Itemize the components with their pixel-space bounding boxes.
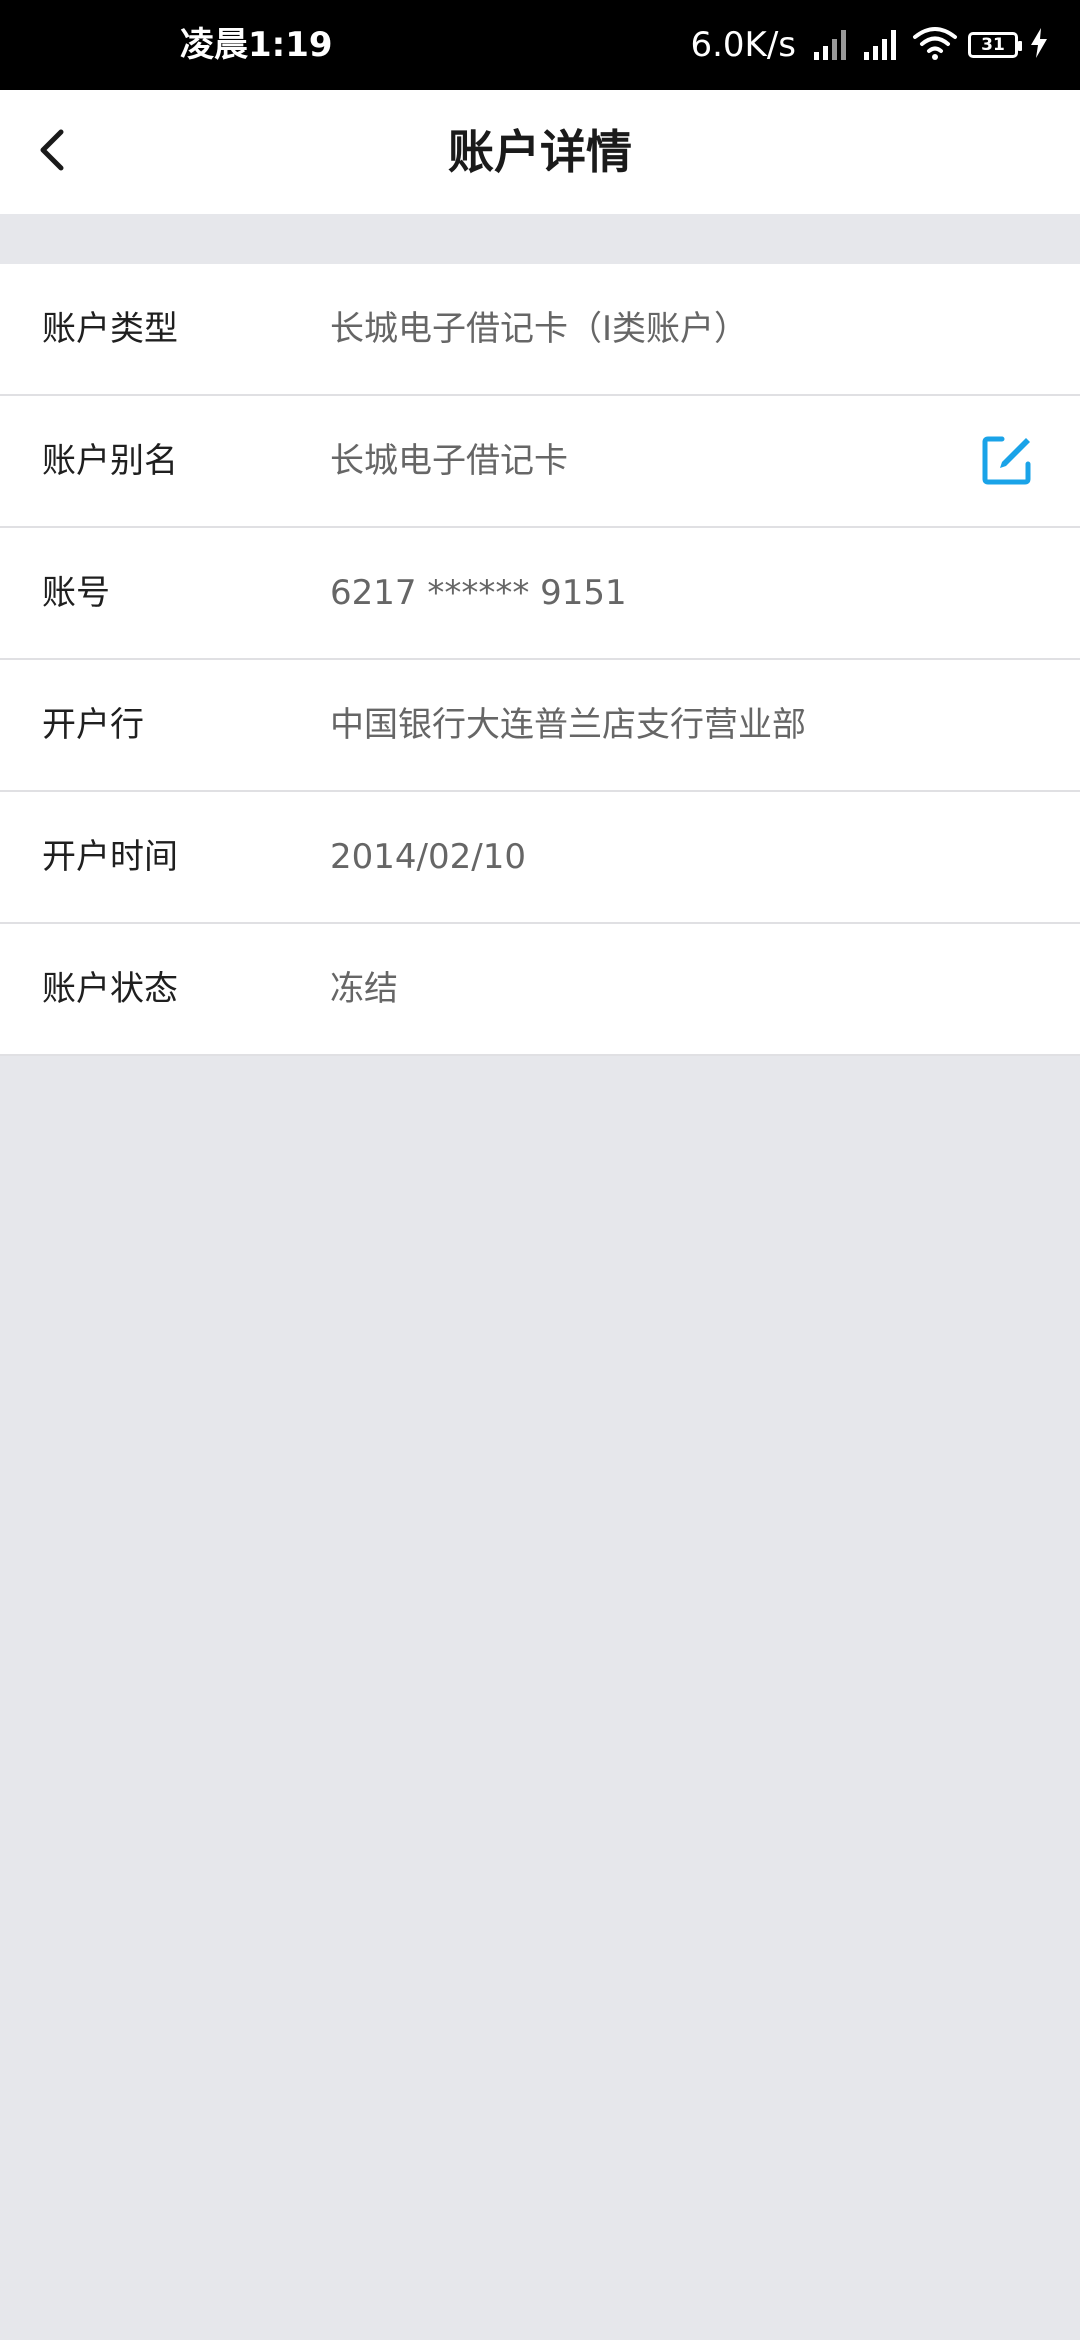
page-title: 账户详情 — [448, 125, 632, 179]
network-speed: 6.0K/s — [690, 25, 796, 65]
detail-value: 长城电子借记卡 — [330, 441, 568, 481]
chevron-left-icon — [35, 128, 69, 176]
wifi-icon — [912, 26, 958, 64]
detail-row-account-alias: 账户别名 长城电子借记卡 — [0, 396, 1080, 528]
detail-row-opening-date: 开户时间 2014/02/10 — [0, 792, 1080, 924]
signal-icon — [812, 26, 852, 64]
detail-label: 账号 — [42, 573, 110, 613]
status-time: 凌晨1:19 — [180, 25, 333, 65]
battery-level: 31 — [981, 35, 1005, 55]
account-details-list: 账户类型 长城电子借记卡（I类账户） 账户别名 长城电子借记卡 账号 6217 … — [0, 264, 1080, 1056]
status-indicators: 6.0K/s 31 — [690, 0, 1050, 90]
detail-row-account-status: 账户状态 冻结 — [0, 924, 1080, 1056]
detail-row-account-number: 账号 6217 ****** 9151 — [0, 528, 1080, 660]
edit-icon — [980, 433, 1034, 491]
back-button[interactable] — [20, 120, 84, 184]
detail-value: 长城电子借记卡（I类账户） — [330, 309, 749, 349]
detail-label: 账户别名 — [42, 441, 178, 481]
detail-label: 开户行 — [42, 705, 144, 745]
detail-label: 账户类型 — [42, 309, 178, 349]
detail-value: 中国银行大连普兰店支行营业部 — [330, 705, 806, 745]
detail-value: 6217 ****** 9151 — [330, 573, 627, 613]
edit-alias-button[interactable] — [980, 435, 1034, 489]
detail-row-opening-bank: 开户行 中国银行大连普兰店支行营业部 — [0, 660, 1080, 792]
detail-label: 账户状态 — [42, 969, 178, 1009]
status-bar: 凌晨1:19 6.0K/s 31 — [0, 0, 1080, 90]
battery-icon: 31 — [968, 32, 1022, 58]
status-value: 冻结 — [330, 969, 398, 1009]
navigation-bar: 账户详情 — [0, 90, 1080, 214]
charging-icon — [1028, 26, 1050, 64]
signal-icon — [862, 26, 902, 64]
detail-value: 2014/02/10 — [330, 837, 526, 877]
detail-row-account-type: 账户类型 长城电子借记卡（I类账户） — [0, 264, 1080, 396]
detail-label: 开户时间 — [42, 837, 178, 877]
